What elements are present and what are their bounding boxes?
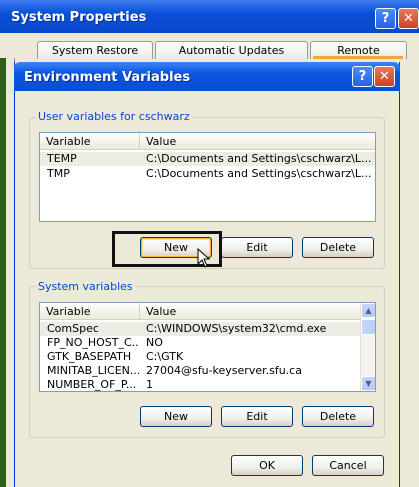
- scroll-down-button[interactable]: ▼: [361, 376, 375, 391]
- variable-value: NO: [146, 336, 163, 349]
- desktop-strip: [0, 58, 6, 487]
- tab-active-highlight: [313, 56, 403, 59]
- system-variables-label: System variables: [36, 280, 135, 293]
- variable-value: 1: [146, 378, 153, 391]
- variable-name: TEMP: [47, 152, 77, 165]
- variable-name: MINITAB_LICEN...: [47, 364, 139, 377]
- environment-variables-title: Environment Variables: [24, 70, 191, 85]
- user-edit-button[interactable]: Edit: [221, 237, 293, 258]
- variable-name: FP_NO_HOST_C...: [47, 336, 139, 349]
- system-delete-button[interactable]: Delete: [302, 406, 374, 427]
- close-icon: ✕: [379, 69, 390, 84]
- column-header-variable[interactable]: Variable: [40, 133, 140, 150]
- mouse-cursor-icon: [197, 248, 211, 268]
- close-icon: ✕: [403, 11, 414, 26]
- tab-automatic-updates[interactable]: Automatic Updates: [155, 41, 308, 59]
- list-item[interactable]: TEMP C:\Documents and Settings\cschwarz\…: [40, 152, 375, 166]
- system-list-header: Variable Value: [40, 303, 360, 320]
- variable-value: C:\Documents and Settings\cschwarz\L...: [146, 152, 372, 165]
- column-header-value[interactable]: Value: [140, 133, 375, 150]
- system-edit-button[interactable]: Edit: [221, 406, 293, 427]
- scroll-up-button[interactable]: ▲: [361, 303, 375, 318]
- ok-button[interactable]: OK: [231, 455, 303, 476]
- scroll-thumb[interactable]: [361, 319, 375, 335]
- user-list-header: Variable Value: [40, 133, 375, 150]
- chevron-up-icon: ▲: [365, 306, 372, 315]
- system-properties-title: System Properties: [11, 10, 147, 25]
- list-item[interactable]: FP_NO_HOST_C... NO: [40, 336, 360, 350]
- system-new-button[interactable]: New: [140, 406, 212, 427]
- help-icon: ?: [358, 69, 367, 84]
- variable-value: C:\GTK: [146, 350, 184, 363]
- variable-name: TMP: [47, 167, 70, 180]
- variable-value: C:\WINDOWS\system32\cmd.exe: [146, 322, 327, 335]
- variable-name: GTK_BASEPATH: [47, 350, 132, 363]
- list-item[interactable]: MINITAB_LICEN... 27004@sfu-keyserver.sfu…: [40, 364, 360, 378]
- list-item[interactable]: TMP C:\Documents and Settings\cschwarz\L…: [40, 167, 375, 181]
- help-icon: ?: [381, 11, 390, 26]
- ev-help-button[interactable]: ?: [352, 66, 373, 87]
- variable-value: 27004@sfu-keyserver.sfu.ca: [146, 364, 302, 377]
- user-variables-list[interactable]: Variable Value TEMP C:\Documents and Set…: [39, 132, 376, 222]
- variable-name: NUMBER_OF_P...: [47, 378, 137, 391]
- variable-value: C:\Documents and Settings\cschwarz\L...: [146, 167, 372, 180]
- column-header-value[interactable]: Value: [140, 303, 360, 320]
- user-variables-label: User variables for cschwarz: [36, 110, 192, 123]
- tab-system-restore[interactable]: System Restore: [37, 41, 153, 59]
- user-delete-button[interactable]: Delete: [302, 237, 374, 258]
- sp-close-button[interactable]: ✕: [398, 8, 419, 29]
- cancel-button[interactable]: Cancel: [312, 455, 384, 476]
- ev-close-button[interactable]: ✕: [374, 66, 395, 87]
- vertical-scrollbar[interactable]: ▲ ▼: [360, 303, 375, 391]
- list-item[interactable]: GTK_BASEPATH C:\GTK: [40, 350, 360, 364]
- chevron-down-icon: ▼: [365, 379, 372, 388]
- list-item[interactable]: ComSpec C:\WINDOWS\system32\cmd.exe: [40, 322, 360, 336]
- sp-help-button[interactable]: ?: [375, 8, 396, 29]
- column-header-variable[interactable]: Variable: [40, 303, 140, 320]
- system-variables-list[interactable]: Variable Value ComSpec C:\WINDOWS\system…: [39, 302, 376, 392]
- variable-name: ComSpec: [47, 322, 99, 335]
- list-item[interactable]: NUMBER_OF_P... 1: [40, 378, 360, 391]
